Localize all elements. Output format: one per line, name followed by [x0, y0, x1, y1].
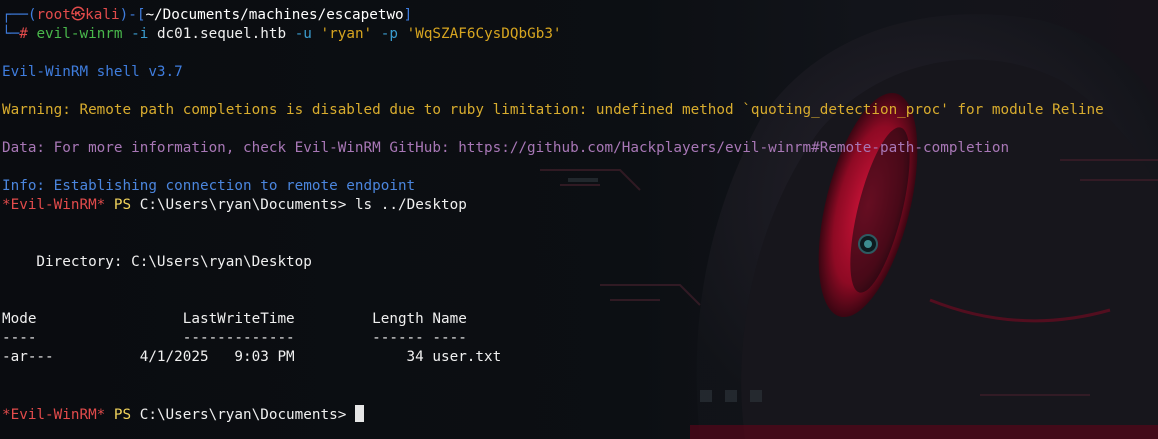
prompt-cwd: ~/Documents/machines/escapetwo [145, 7, 404, 23]
terminal-window[interactable]: ┌──(root㉿kali)-[~/Documents/machines/esc… [0, 0, 1158, 439]
command-flag-u: -u [294, 26, 312, 42]
command-user: 'ryan' [320, 26, 373, 42]
info-message: Info: Establishing connection to remote … [2, 178, 416, 194]
prompt-separator: )-[ [119, 7, 146, 23]
directory-label: Directory: C:\Users\ryan\Desktop [2, 254, 312, 270]
warning-message: Warning: Remote path completions is disa… [2, 102, 1104, 118]
listing-underline: ---- ------------- ------ ---- [2, 330, 467, 346]
command-host: dc01.sequel.htb [156, 26, 287, 42]
text-cursor[interactable] [354, 405, 364, 422]
command-line: └─# evil-winrm -i dc01.sequel.htb -u 'ry… [2, 25, 1104, 44]
prompt-close: ] [403, 7, 413, 23]
ps-label: PS [113, 197, 132, 213]
data-message: Data: For more information, check Evil-W… [2, 140, 1010, 156]
listing-row: -ar--- 4/1/2025 9:03 PM 34 user.txt [2, 349, 502, 365]
terminal-output: ┌──(root㉿kali)-[~/Documents/machines/esc… [2, 6, 1104, 424]
prompt-hash: # [19, 26, 28, 42]
prompt-corner-bottom: └─ [2, 26, 20, 42]
ps-command: ls ../Desktop [354, 197, 467, 213]
evil-winrm-prompt-line: *Evil-WinRM* PS C:\Users\ryan\Documents>… [2, 196, 1104, 215]
command-password: 'WqSZAF6CysDQbGb3' [406, 26, 562, 42]
ps-path: C:\Users\ryan\Documents> [139, 407, 347, 423]
command-flag-i: -i [131, 26, 149, 42]
current-prompt-line[interactable]: *Evil-WinRM* PS C:\Users\ryan\Documents> [2, 405, 1104, 424]
listing-header: Mode LastWriteTime Length Name [2, 311, 467, 327]
command-exe: evil-winrm [36, 26, 123, 42]
shell-banner: Evil-WinRM shell v3.7 [2, 64, 183, 80]
evil-winrm-tag: *Evil-WinRM* [2, 197, 106, 213]
prompt-corner: ┌──( [2, 7, 37, 23]
ps-label: PS [113, 407, 132, 423]
evil-winrm-tag: *Evil-WinRM* [2, 407, 106, 423]
prompt-user: root㉿kali [36, 7, 120, 23]
ps-path: C:\Users\ryan\Documents> [139, 197, 347, 213]
prompt-line-top: ┌──(root㉿kali)-[~/Documents/machines/esc… [2, 6, 1104, 25]
command-flag-p: -p [380, 26, 398, 42]
